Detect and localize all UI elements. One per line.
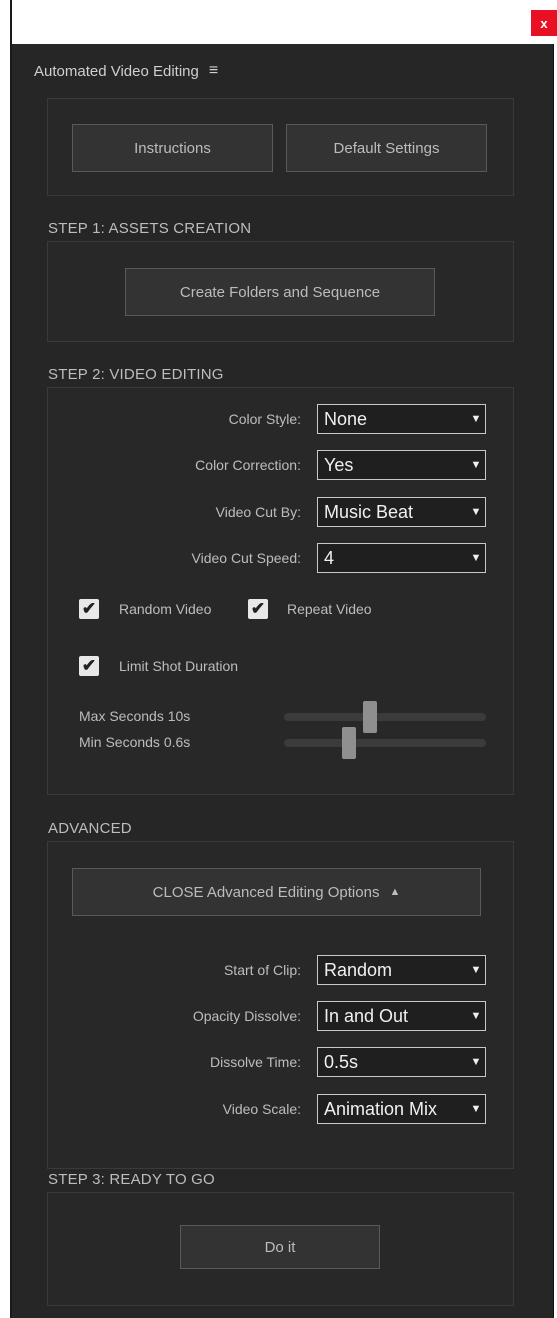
panel-title: Automated Video Editing [34,62,199,80]
step1-title: STEP 1: ASSETS CREATION [48,220,252,237]
max-seconds-label: Max Seconds 10s [79,708,191,724]
limit-shot-duration-checkbox[interactable]: ✔ [79,656,99,676]
create-folders-button[interactable]: Create Folders and Sequence [125,268,435,316]
top-buttons-box: Instructions Default Settings [47,98,514,196]
opacity-dissolve-value: In and Out [324,1005,409,1026]
color-style-value: None [324,408,368,429]
dropdown-arrow-icon: ▼ [470,413,482,425]
dropdown-arrow-icon: ▼ [470,506,482,518]
triangle-up-icon: ▲ [389,886,401,898]
window-border-right [553,44,554,1318]
instructions-button[interactable]: Instructions [72,124,273,172]
dropdown-arrow-icon: ▼ [470,964,482,976]
color-style-label: Color Style: [228,411,301,427]
repeat-video-label: Repeat Video [287,601,372,617]
extension-panel: Automated Video Editing ≡ Instructions D… [12,44,553,1318]
limit-shot-duration-label: Limit Shot Duration [119,658,239,674]
dropdown-arrow-icon: ▼ [470,1056,482,1068]
repeat-video-checkbox[interactable]: ✔ [248,599,268,619]
window-titlebar: x [0,0,557,44]
dropdown-arrow-icon: ▼ [470,1103,482,1115]
video-scale-value: Animation Mix [324,1098,438,1119]
random-video-checkbox[interactable]: ✔ [79,599,99,619]
max-seconds-slider-thumb[interactable] [362,701,377,733]
video-cut-speed-select[interactable]: 4 ▼ [317,543,486,573]
dissolve-time-label: Dissolve Time: [209,1054,301,1070]
dissolve-time-value: 0.5s [324,1051,359,1072]
step3-box: Do it [47,1192,514,1306]
random-video-label: Random Video [119,601,212,617]
video-cut-by-select[interactable]: Music Beat ▼ [317,497,486,527]
video-cut-by-label: Video Cut By: [215,504,301,520]
start-of-clip-select[interactable]: Random ▼ [317,955,486,985]
min-seconds-slider[interactable] [284,727,486,759]
color-correction-select[interactable]: Yes ▼ [317,450,486,480]
step1-box: Create Folders and Sequence [47,241,514,342]
start-of-clip-label: Start of Clip: [223,962,301,978]
video-cut-speed-value: 4 [324,547,335,568]
hamburger-icon[interactable]: ≡ [209,62,218,80]
advanced-title: ADVANCED [48,820,132,837]
dissolve-time-select[interactable]: 0.5s ▼ [317,1047,486,1077]
step2-title: STEP 2: VIDEO EDITING [48,366,224,383]
min-seconds-label: Min Seconds 0.6s [79,734,191,750]
step3-title: STEP 3: READY TO GO [48,1171,215,1188]
start-of-clip-value: Random [324,959,393,980]
opacity-dissolve-label: Opacity Dissolve: [192,1008,301,1024]
do-it-button[interactable]: Do it [180,1225,380,1269]
min-seconds-slider-thumb[interactable] [342,727,357,759]
dropdown-arrow-icon: ▼ [470,552,482,564]
color-correction-label: Color Correction: [195,457,301,473]
close-advanced-options-button[interactable]: CLOSE Advanced Editing Options ▲ [72,868,481,916]
close-window-button[interactable]: x [531,10,557,36]
close-advanced-options-label: CLOSE Advanced Editing Options [152,883,380,901]
panel-header: Automated Video Editing ≡ [34,62,218,80]
video-cut-by-value: Music Beat [324,501,414,522]
video-scale-label: Video Scale: [222,1101,301,1117]
color-correction-value: Yes [324,454,354,475]
dropdown-arrow-icon: ▼ [470,1010,482,1022]
video-scale-select[interactable]: Animation Mix ▼ [317,1094,486,1124]
opacity-dissolve-select[interactable]: In and Out ▼ [317,1001,486,1031]
dropdown-arrow-icon: ▼ [470,459,482,471]
color-style-select[interactable]: None ▼ [317,404,486,434]
max-seconds-slider[interactable] [284,701,486,733]
video-cut-speed-label: Video Cut Speed: [191,550,302,566]
default-settings-button[interactable]: Default Settings [286,124,487,172]
